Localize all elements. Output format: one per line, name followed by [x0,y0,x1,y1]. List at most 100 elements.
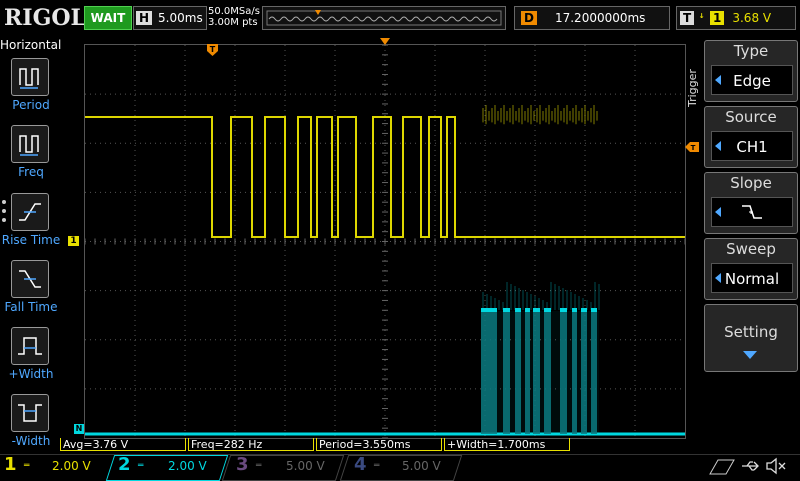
trigger-source-value: CH1 [736,138,768,156]
trigger-slope-box[interactable]: Slope [704,172,798,234]
delay-display[interactable]: D 17.2000000ms [514,6,670,30]
measurement-bar: Avg=3.76 V Freq=282 Hz Period=3.550ms +W… [60,438,684,452]
ch2-pulse [560,310,567,434]
submenu-arrow-icon [743,351,757,359]
ch1-number: 1 [4,454,17,475]
trigger-slope-selector[interactable] [711,197,793,227]
trigger-sweep-title: Sweep [726,240,776,258]
ch2-pulse [572,310,577,434]
trigger-menu-title: Trigger [686,69,699,107]
ch4-status[interactable]: 4 ═ 5.00 V [354,454,454,480]
menu-title: Horizontal [0,38,62,52]
svg-text:T: T [691,144,696,152]
ch1-scale: 2.00 V [52,459,91,473]
ch3-status[interactable]: 3 ═ 5.00 V [236,454,336,480]
falling-edge-icon [742,205,762,219]
bottom-menu-button[interactable] [706,456,736,478]
ch4-number: 4 [354,454,367,475]
center-marker [380,38,390,45]
ch2-pulse [525,310,530,434]
trigger-channel: 1 [710,11,725,25]
sample-rate: 50.0MSa/s [208,6,260,17]
trigger-sweep-box[interactable]: Sweep Normal [704,238,798,300]
trigger-sweep-selector[interactable]: Normal [711,263,793,293]
trigger-level: 3.68 V [732,11,772,25]
acquisition-info: 50.0MSa/s 3.00M pts [208,6,260,28]
memory-depth: 3.00M pts [208,17,258,28]
delay-value: 17.2000000ms [554,11,646,25]
ch3-number: 3 [236,454,249,475]
period-label: Period [12,98,50,112]
ch2-pulse [533,310,540,434]
rise-time-icon [19,203,41,221]
left-arrow-icon [715,207,721,217]
timebase-value: 5.00ms [158,11,203,25]
fall-time-icon [19,270,41,288]
dc-coupling-icon: ═ [138,461,144,471]
fall-time-label: Fall Time [4,300,58,314]
ch2-number: 2 [118,454,131,475]
ch2-pulse [544,310,551,434]
run-state-badge[interactable]: WAIT [84,6,132,30]
trigger-tag: T [680,11,695,25]
period-icon [19,68,39,89]
ch3-scale: 5.00 V [286,459,325,473]
freq-icon [19,135,39,156]
neg-width-icon [18,404,42,422]
falling-edge-icon: ꜜ [699,11,704,25]
ch2-pulse [515,310,521,434]
freq-label: Freq [18,165,44,179]
trigger-setting-button[interactable]: Setting [704,304,798,372]
ch4-scale: 5.00 V [402,459,441,473]
freq-button[interactable] [11,125,49,163]
usb-icon [742,461,759,471]
fall-time-button[interactable] [11,260,49,298]
trigger-setting-title: Setting [724,323,778,341]
ch2-status[interactable]: 2 ═ 2.00 V [118,454,218,480]
memory-overview [262,6,506,30]
timebase-tag: H [136,11,153,25]
speaker-mute-icon[interactable] [764,456,788,476]
memory-waveform-preview [266,10,502,26]
rise-time-button[interactable] [11,193,49,231]
ch1-status[interactable]: 1 ═ 2.00 V [4,454,104,480]
pos-width-label: +Width [8,367,54,381]
menu-page-indicator [2,200,8,227]
ch2-ground-marker[interactable]: N [74,424,84,434]
trigger-type-selector[interactable]: Edge [711,65,793,95]
neg-width-button[interactable] [11,394,49,432]
trigger-position-marker[interactable]: T [207,44,218,56]
ch2-pulse [503,310,510,434]
rise-time-label: Rise Time [1,233,61,247]
period-button[interactable] [11,58,49,96]
timebase-display[interactable]: H 5.00ms [133,6,207,30]
pos-width-button[interactable] [11,327,49,365]
trigger-status[interactable]: T ꜜ 1 3.68 V [676,6,796,30]
measurement-period[interactable]: Period=3.550ms [316,438,442,451]
ch2-scale: 2.00 V [168,459,207,473]
dc-coupling-icon: ═ [374,461,380,471]
ch2-pulse [581,310,587,434]
pos-width-icon [18,337,42,355]
neg-width-label: -Width [11,434,51,448]
trigger-source-selector[interactable]: CH1 [711,131,793,161]
memory-trigger-marker [315,10,321,15]
trigger-type-box[interactable]: Type Edge [704,40,798,102]
trigger-source-title: Source [725,108,777,126]
dc-coupling-icon: ═ [24,461,30,471]
ch2-pulse [591,310,597,434]
delay-tag: D [521,11,537,25]
waveform-display[interactable] [84,44,686,439]
dc-coupling-icon: ═ [256,461,262,471]
svg-text:T: T [210,45,216,54]
measurement-freq[interactable]: Freq=282 Hz [188,438,314,451]
trigger-source-box[interactable]: Source CH1 [704,106,798,168]
trigger-type-title: Type [733,42,769,60]
rigol-logo: RIGOL [4,5,86,31]
measurement-avg[interactable]: Avg=3.76 V [60,438,186,451]
waveform-grid [84,44,686,439]
trigger-level-marker[interactable]: T [685,142,699,152]
ch2-pulse [481,310,497,434]
measurement-pos-width[interactable]: +Width=1.700ms [444,438,570,451]
ch1-ground-marker[interactable]: 1 [68,236,79,246]
